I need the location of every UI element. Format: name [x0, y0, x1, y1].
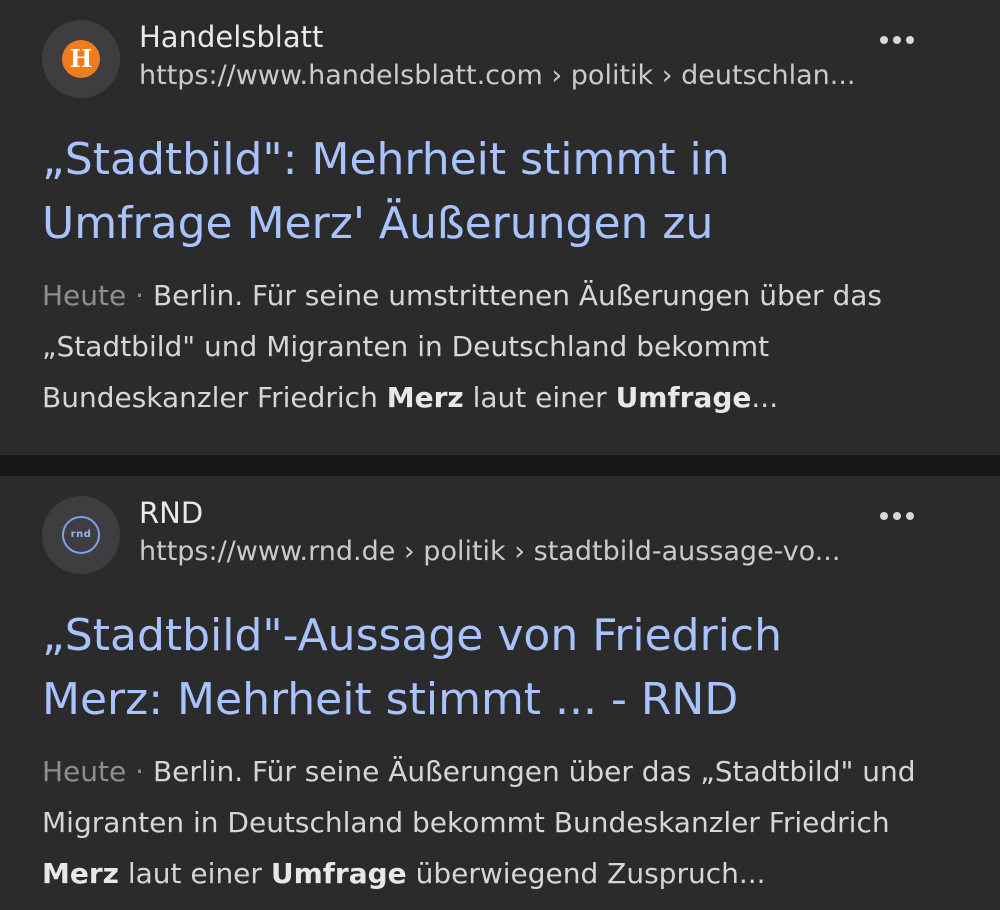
result-snippet: Heute · Berlin. Für seine umstrittenen Ä… [42, 279, 882, 414]
snippet-highlight: Umfrage [615, 381, 752, 414]
search-result-card: H Handelsblatt https://www.handelsblatt.… [0, 0, 1000, 455]
result-title-link[interactable]: „Stadtbild"-Aussage von Friedrich Merz: … [42, 604, 958, 732]
result-title-line: Merz: Mehrheit stimmt ... - RND [42, 674, 739, 725]
more-options-icon[interactable] [875, 504, 919, 528]
result-source-row[interactable]: rnd RND https://www.rnd.de › politik › s… [42, 496, 958, 576]
date-separator: · [135, 755, 145, 788]
result-snippet: Heute · Berlin. Für seine Äußerungen übe… [42, 755, 916, 890]
snippet-highlight: Merz [386, 381, 464, 414]
result-title-line: Umfrage Merz' Äußerungen zu [42, 198, 714, 249]
result-url: https://www.handelsblatt.com › politik ›… [139, 60, 856, 91]
search-results-page: H Handelsblatt https://www.handelsblatt.… [0, 0, 1000, 910]
snippet-highlight: Umfrage [270, 857, 407, 890]
result-date: Heute [42, 279, 127, 312]
result-url: https://www.rnd.de › politik › stadtbild… [139, 536, 841, 567]
handelsblatt-logo-icon: H [62, 40, 100, 78]
date-separator: · [135, 279, 145, 312]
result-date: Heute [42, 755, 127, 788]
rnd-favicon: rnd [42, 496, 120, 574]
rnd-logo-icon: rnd [62, 516, 100, 554]
snippet-highlight: Merz [42, 857, 119, 890]
result-title-link[interactable]: „Stadtbild": Mehrheit stimmt in Umfrage … [42, 128, 958, 256]
result-source-row[interactable]: H Handelsblatt https://www.handelsblatt.… [42, 20, 958, 100]
result-source-name: RND [139, 496, 204, 530]
result-title-line: „Stadtbild": Mehrheit stimmt in [42, 134, 730, 185]
result-title-line: „Stadtbild"-Aussage von Friedrich [42, 610, 783, 661]
result-source-name: Handelsblatt [139, 20, 324, 54]
more-options-icon[interactable] [875, 28, 919, 52]
search-result-card: rnd RND https://www.rnd.de › politik › s… [0, 476, 1000, 910]
handelsblatt-favicon: H [42, 20, 120, 98]
